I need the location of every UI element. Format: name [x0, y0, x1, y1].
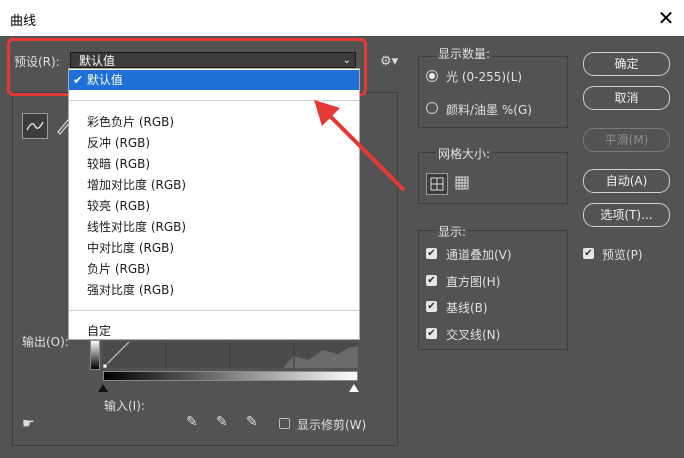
gray-eyedropper-icon[interactable]: ✎: [216, 414, 228, 430]
checkmark-icon: ✔: [73, 73, 87, 87]
grid-4-icon: [430, 177, 444, 191]
pigment-radio[interactable]: [426, 102, 438, 114]
intersection-line-label: 交叉线(N): [446, 328, 501, 342]
light-radio[interactable]: [426, 70, 438, 82]
detailed-grid-button[interactable]: [452, 173, 474, 195]
annotation-arrow: [314, 100, 406, 192]
gear-icon[interactable]: ⚙▾: [380, 54, 398, 69]
show-clipping-checkbox[interactable]: [279, 418, 290, 429]
close-icon[interactable]: ✕: [654, 6, 678, 30]
output-label: 输出(O):: [22, 335, 69, 349]
curve-graph[interactable]: [102, 341, 358, 369]
pigment-radio-label: 颜料/油墨 %(G): [446, 103, 532, 117]
preset-option-custom[interactable]: 自定: [69, 321, 359, 341]
channel-overlays-checkbox[interactable]: ✔: [426, 248, 437, 259]
preset-option[interactable]: 线性对比度 (RGB): [69, 217, 359, 237]
light-radio-label: 光 (0-255)(L): [446, 70, 523, 84]
menu-separator: [69, 310, 359, 311]
cancel-button[interactable]: 取消: [583, 86, 670, 110]
baseline-checkbox[interactable]: ✔: [426, 301, 437, 312]
grid-size-label: 网格大小:: [436, 145, 493, 162]
output-gradient-bar: [90, 340, 100, 370]
input-gradient-bar: [103, 371, 358, 381]
channel-overlays-label: 通道叠加(V): [446, 248, 512, 262]
histogram: [102, 341, 358, 369]
black-point-slider[interactable]: [98, 384, 108, 392]
title-bar: [0, 0, 684, 36]
baseline-label: 基线(B): [446, 301, 488, 315]
curve-tool-button[interactable]: [22, 113, 48, 139]
intersection-line-checkbox[interactable]: ✔: [426, 328, 437, 339]
preview-label: 预览(P): [602, 248, 643, 262]
preview-checkbox[interactable]: ✔: [583, 248, 594, 259]
preset-option[interactable]: 中对比度 (RGB): [69, 238, 359, 258]
white-point-slider[interactable]: [349, 384, 359, 392]
curve-edit-icon: [26, 121, 44, 131]
ok-button[interactable]: 确定: [583, 52, 670, 76]
histogram-checkbox[interactable]: ✔: [426, 275, 437, 286]
black-eyedropper-icon[interactable]: ✎: [186, 414, 198, 430]
preset-option[interactable]: 强对比度 (RGB): [69, 280, 359, 300]
white-eyedropper-icon[interactable]: ✎: [246, 414, 258, 430]
input-label: 输入(I):: [104, 399, 145, 413]
histogram-label: 直方图(H): [446, 275, 501, 289]
grid-16-icon: [455, 176, 469, 190]
options-button[interactable]: 选项(T)...: [583, 203, 670, 227]
show-clipping-label: 显示修剪(W): [297, 418, 367, 432]
display-amount-label: 显示数量:: [436, 45, 493, 62]
simple-grid-button[interactable]: [426, 173, 448, 195]
auto-button[interactable]: 自动(A): [583, 169, 670, 193]
window-title: 曲线: [10, 14, 37, 29]
preset-option-default[interactable]: ✔ 默认值: [69, 70, 359, 90]
preset-option[interactable]: 较亮 (RGB): [69, 196, 359, 216]
target-adjust-hand-icon[interactable]: ☛: [22, 416, 35, 432]
show-label: 显示:: [436, 223, 469, 240]
smooth-button[interactable]: 平滑(M): [583, 128, 670, 152]
preset-option[interactable]: 负片 (RGB): [69, 259, 359, 279]
